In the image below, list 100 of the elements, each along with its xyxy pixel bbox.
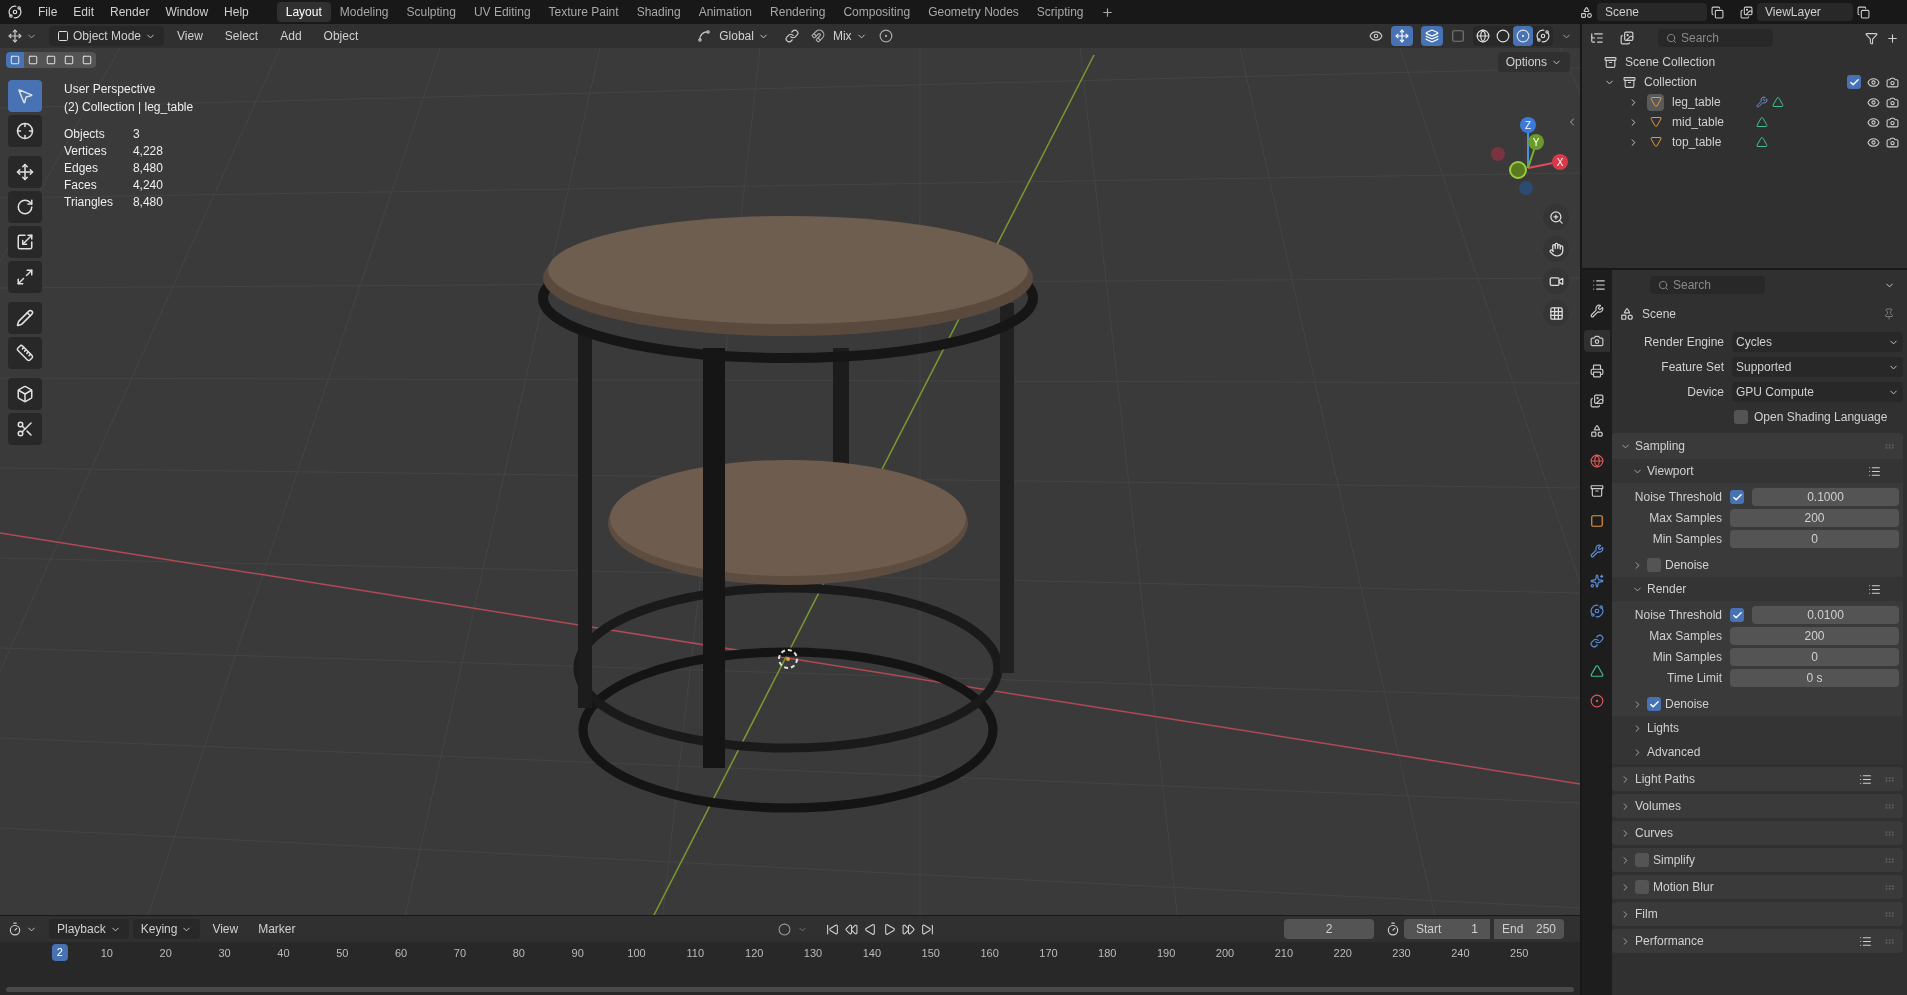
options-dropdown[interactable]: Options bbox=[1497, 52, 1570, 72]
panel-title[interactable]: Motion Blur bbox=[1653, 878, 1714, 896]
panel-title[interactable]: Sampling bbox=[1635, 437, 1686, 455]
panel-header[interactable]: Film bbox=[1612, 902, 1903, 926]
menu-item[interactable]: Edit bbox=[65, 3, 103, 21]
workspace-tab[interactable]: Modeling bbox=[330, 2, 398, 22]
menu-item[interactable]: Render bbox=[102, 3, 158, 21]
scene-field[interactable]: Scene bbox=[1597, 3, 1707, 21]
number-field[interactable]: 200 bbox=[1730, 627, 1899, 645]
workspace-tab[interactable]: UV Editing bbox=[464, 2, 540, 22]
number-field[interactable]: 0.1000 bbox=[1752, 488, 1899, 506]
tree-item[interactable]: Collection bbox=[1644, 72, 1697, 92]
select-mode-button[interactable] bbox=[78, 52, 96, 68]
editor-type-icon[interactable] bbox=[1592, 278, 1606, 292]
tree-item[interactable]: top_table bbox=[1672, 132, 1752, 152]
panel-header[interactable]: Curves bbox=[1612, 821, 1903, 845]
tool-button[interactable] bbox=[8, 413, 42, 445]
render-icon[interactable] bbox=[1886, 95, 1899, 109]
subpanel-title[interactable]: Lights bbox=[1647, 719, 1680, 737]
snap-icon[interactable] bbox=[810, 29, 825, 43]
display-mode-icon[interactable] bbox=[1620, 31, 1634, 45]
dropdown-field[interactable]: GPU Compute bbox=[1732, 382, 1903, 402]
menu-item[interactable]: Keying bbox=[132, 919, 201, 939]
mesh-data-icon[interactable] bbox=[1756, 116, 1768, 128]
subpanel-title[interactable]: Render bbox=[1647, 580, 1687, 598]
workspace-tab[interactable]: Texture Paint bbox=[539, 2, 628, 22]
number-field[interactable]: 0 bbox=[1730, 648, 1899, 666]
app-logo-icon[interactable] bbox=[8, 5, 22, 19]
panel-title[interactable]: Curves bbox=[1635, 824, 1673, 842]
material-sphere-button[interactable] bbox=[1513, 26, 1533, 46]
camera-view-button[interactable] bbox=[1543, 268, 1569, 294]
visibility-icon[interactable] bbox=[1867, 115, 1880, 129]
new-collection-icon[interactable] bbox=[1886, 31, 1899, 45]
number-field[interactable]: 200 bbox=[1730, 509, 1899, 527]
visibility-icon[interactable] bbox=[1867, 135, 1880, 149]
checkbox[interactable] bbox=[1730, 490, 1744, 504]
blend-dropdown[interactable]: Mix bbox=[828, 27, 871, 45]
editor-type-icon[interactable] bbox=[8, 29, 22, 43]
checkbox[interactable] bbox=[1635, 880, 1649, 894]
view-layer-icon[interactable] bbox=[1740, 5, 1753, 19]
tool-button[interactable] bbox=[8, 115, 42, 147]
menu-item[interactable]: Select bbox=[215, 27, 268, 45]
grid-view-button[interactable] bbox=[1543, 300, 1569, 326]
play-icon[interactable] bbox=[882, 922, 896, 936]
scene-icon[interactable] bbox=[1580, 5, 1593, 19]
menu-item[interactable]: View bbox=[204, 919, 247, 939]
select-mode-button[interactable] bbox=[6, 52, 24, 68]
mesh-data-icon[interactable] bbox=[1756, 136, 1768, 148]
tree-item[interactable]: Scene Collection bbox=[1625, 52, 1716, 72]
workspace-tab[interactable]: Geometry Nodes bbox=[919, 2, 1028, 22]
panel-title[interactable]: Film bbox=[1635, 905, 1658, 923]
play-reverse-icon[interactable] bbox=[863, 922, 877, 936]
pan-button[interactable] bbox=[1543, 236, 1569, 262]
mode-dropdown[interactable]: Object Mode bbox=[49, 26, 165, 46]
tool-button[interactable] bbox=[8, 191, 42, 223]
visibility-icon[interactable] bbox=[1867, 95, 1880, 109]
next-keyframe-icon[interactable] bbox=[901, 922, 915, 936]
presets-icon[interactable] bbox=[1868, 464, 1881, 478]
menu-item[interactable]: Help bbox=[216, 3, 257, 21]
panel-title[interactable]: Simplify bbox=[1653, 851, 1695, 869]
panel-title[interactable]: Light Paths bbox=[1635, 770, 1696, 788]
tool-button[interactable] bbox=[8, 378, 42, 410]
orientation-icon[interactable] bbox=[697, 29, 712, 43]
pivot-icon[interactable] bbox=[784, 29, 799, 43]
workspace-tab[interactable]: Scripting bbox=[1027, 2, 1093, 22]
record-icon[interactable] bbox=[777, 922, 791, 936]
playhead[interactable]: 2 bbox=[51, 944, 68, 961]
previous-keyframe-icon[interactable] bbox=[844, 922, 858, 936]
menu-item[interactable]: Marker bbox=[250, 919, 304, 939]
panel-title[interactable]: Performance bbox=[1635, 932, 1704, 950]
tool-button[interactable] bbox=[8, 261, 42, 293]
scrollbar[interactable] bbox=[6, 987, 1574, 992]
view-layer-field[interactable]: ViewLayer bbox=[1757, 3, 1853, 21]
workspace-tab[interactable]: Sculpting bbox=[397, 2, 465, 22]
render-icon[interactable] bbox=[1886, 135, 1899, 149]
copy-icon[interactable] bbox=[1857, 5, 1870, 19]
exclude-checkbox[interactable] bbox=[1847, 75, 1861, 89]
dropdown-field[interactable]: Cycles bbox=[1732, 332, 1903, 352]
modifier-icon[interactable] bbox=[1756, 96, 1768, 108]
zoom-button[interactable] bbox=[1543, 204, 1569, 230]
render-icon[interactable] bbox=[1886, 75, 1899, 89]
panel-header[interactable]: Light Paths bbox=[1612, 767, 1903, 791]
panel-header[interactable]: Performance bbox=[1612, 929, 1903, 953]
checkbox[interactable] bbox=[1647, 697, 1661, 711]
number-field[interactable]: 0 s bbox=[1730, 669, 1899, 687]
search-field[interactable]: Search bbox=[1658, 29, 1773, 47]
tree-item[interactable]: leg_table bbox=[1672, 92, 1752, 112]
jump-start-icon[interactable] bbox=[825, 922, 839, 936]
jump-end-icon[interactable] bbox=[920, 922, 934, 936]
subpanel-title[interactable]: Denoise bbox=[1665, 556, 1710, 574]
tool-button[interactable] bbox=[8, 156, 42, 188]
overlay-toggle[interactable] bbox=[1421, 26, 1443, 46]
menu-item[interactable]: Playback bbox=[49, 919, 129, 939]
visibility-icon[interactable] bbox=[1369, 29, 1383, 43]
menu-item[interactable]: Add bbox=[271, 27, 311, 45]
search-field[interactable]: Search bbox=[1650, 276, 1765, 294]
panel-title[interactable]: Volumes bbox=[1635, 797, 1682, 815]
presets-icon[interactable] bbox=[1859, 772, 1872, 786]
menu-item[interactable]: Window bbox=[157, 3, 217, 21]
pin-icon[interactable] bbox=[1883, 308, 1895, 320]
